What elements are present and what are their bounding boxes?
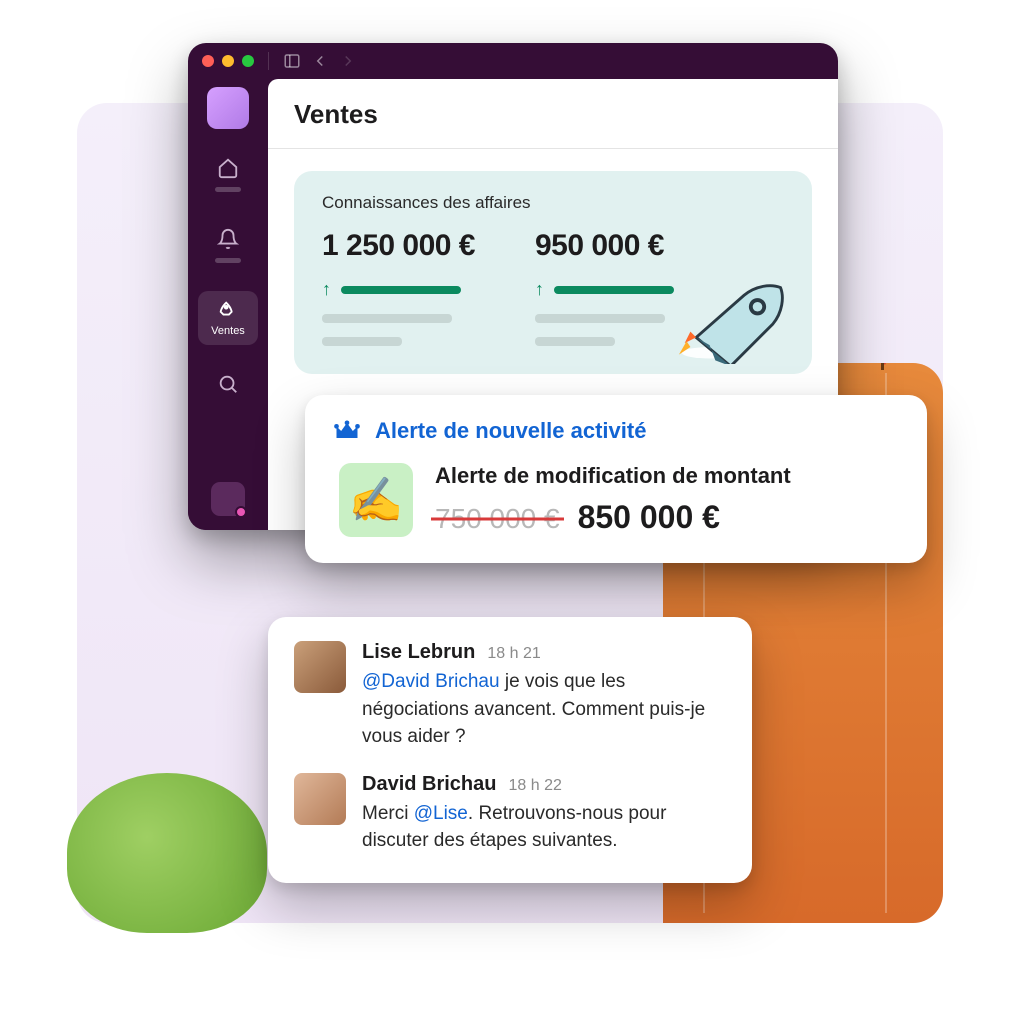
placeholder-line [322, 314, 452, 323]
metric-trend: ↑ [535, 279, 674, 300]
traffic-lights[interactable] [202, 55, 254, 67]
status-indicator-icon [235, 506, 247, 518]
metric-block: 950 000 € ↑ [535, 229, 674, 346]
alert-card: Alerte de nouvelle activité ✍️ Alerte de… [305, 395, 927, 563]
rail-item-ventes[interactable]: Ventes [198, 291, 258, 345]
alert-header: Alerte de nouvelle activité [333, 417, 899, 445]
rail-user-tile[interactable] [211, 482, 245, 516]
trend-up-icon: ↑ [322, 279, 331, 300]
nav-back-icon[interactable] [311, 52, 329, 70]
placeholder-line [535, 314, 665, 323]
placeholder-line [535, 337, 615, 346]
trend-bar [341, 286, 461, 294]
trend-up-icon: ↑ [535, 279, 544, 300]
amount-change: 750 000 € 850 000 € [435, 499, 791, 536]
divider [268, 148, 838, 149]
search-icon [217, 373, 239, 395]
workspace-tile[interactable] [207, 87, 249, 129]
message-text: Merci @Lise. Retrouvons-nous pour discut… [362, 800, 726, 855]
message-author[interactable]: David Brichau [362, 773, 496, 796]
rail-item-label: Ventes [211, 325, 245, 337]
metric-trend: ↑ [322, 279, 475, 300]
metric-block: 1 250 000 € ↑ [322, 229, 475, 346]
rail-item-home[interactable] [198, 149, 258, 200]
rocket-illustration-icon [677, 278, 792, 364]
nav-forward-icon[interactable] [339, 52, 357, 70]
metrics-card-title: Connaissances des affaires [322, 193, 784, 213]
rail-item-activity[interactable] [198, 220, 258, 271]
page-title: Ventes [294, 99, 812, 130]
chat-message: Lise Lebrun 18 h 21 @David Brichau je vo… [294, 641, 726, 751]
user-mention[interactable]: @Lise [414, 803, 468, 824]
close-window-icon[interactable] [202, 55, 214, 67]
metric-value: 1 250 000 € [322, 229, 475, 263]
chat-message: David Brichau 18 h 22 Merci @Lise. Retro… [294, 773, 726, 855]
alert-header-text: Alerte de nouvelle activité [375, 418, 646, 444]
trend-bar [554, 286, 674, 294]
chat-card: Lise Lebrun 18 h 21 @David Brichau je vo… [268, 617, 752, 883]
user-mention[interactable]: @David Brichau [362, 671, 500, 692]
metric-value: 950 000 € [535, 229, 674, 263]
message-author[interactable]: Lise Lebrun [362, 641, 475, 664]
nav-rail: Ventes [188, 79, 268, 530]
sidebar-toggle-icon[interactable] [283, 52, 301, 70]
metrics-card: Connaissances des affaires 1 250 000 € ↑… [294, 171, 812, 374]
avatar[interactable] [294, 773, 346, 825]
cardinal-bird-icon [855, 363, 915, 371]
message-time: 18 h 22 [508, 777, 561, 795]
home-icon [217, 157, 239, 179]
avatar[interactable] [294, 641, 346, 693]
crown-icon [333, 417, 361, 445]
placeholder-line [322, 337, 402, 346]
old-amount: 750 000 € [435, 503, 560, 535]
bell-icon [217, 228, 239, 250]
decor-bush [67, 773, 267, 933]
message-text: @David Brichau je vois que les négociati… [362, 668, 726, 751]
message-time: 18 h 21 [487, 645, 540, 663]
alert-subtitle: Alerte de modification de montant [435, 463, 791, 489]
minimize-window-icon[interactable] [222, 55, 234, 67]
window-titlebar [188, 43, 838, 79]
writing-hand-icon: ✍️ [339, 463, 413, 537]
rail-item-search[interactable] [198, 365, 258, 403]
rocket-icon [217, 299, 239, 321]
maximize-window-icon[interactable] [242, 55, 254, 67]
new-amount: 850 000 € [578, 499, 720, 536]
